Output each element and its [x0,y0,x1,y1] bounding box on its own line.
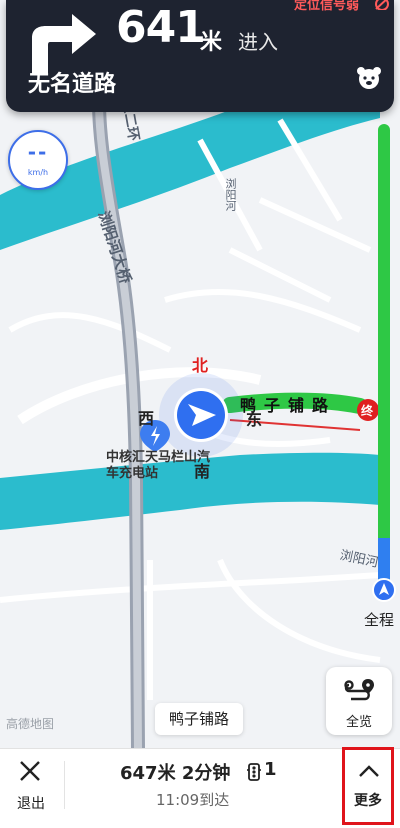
compass-west: 西 [138,409,155,428]
trip-summary: 647米 2分钟 [120,763,231,784]
route-overview-icon [344,679,374,701]
turn-instruction-card[interactable]: 641 米 进入 无名道路 定位信号弱 [6,0,394,112]
map-label-river-small: 浏阳河 [224,178,237,211]
compass-south: 南 [194,462,211,481]
speed-unit: km/h [27,168,49,177]
map-view[interactable]: 东二环 浏阳河大桥 浏阳河 浏阳河 中核汇天马栏山汽车充电站 鸭子铺路 终 北 … [0,0,400,748]
chevron-up-icon [359,765,379,777]
route-progress-label: 全程 [364,611,395,629]
more-button[interactable]: 更多 [342,747,394,825]
turn-distance: 641 [116,2,206,53]
overview-label: 全览 [345,715,372,730]
compass-east: 东 [246,410,263,429]
next-road-name: 无名道路 [28,72,117,97]
voice-assistant-icon[interactable] [356,66,382,90]
gps-signal-warning: 定位信号弱 [294,0,360,13]
exit-label: 退出 [17,796,45,812]
arrival-time: 11:09到达 [156,791,230,809]
route-progress-bar [378,124,390,584]
current-road-label: 鸭子铺路 [155,703,244,735]
overview-button[interactable]: 全览 [326,667,392,735]
close-icon [20,761,40,781]
compass-north: 北 [192,356,209,375]
weak-signal-icon [375,0,389,10]
traffic-light-count: 1 [264,759,277,780]
progress-position-icon [372,578,396,602]
bottom-bar: 退出 647米 2分钟 1 11:09到达 更多 [0,747,400,828]
speed-value: -- [27,140,49,164]
map-watermark: 高德地图 [6,717,55,731]
traffic-light-icon [247,763,261,781]
destination-badge: 终 [361,404,374,418]
divider [64,761,65,809]
exit-button[interactable]: 退出 [8,755,54,819]
turn-distance-unit: 米 [200,30,223,55]
speedometer: -- km/h [8,130,68,190]
turn-action: 进入 [238,30,278,54]
more-label: 更多 [354,793,382,809]
